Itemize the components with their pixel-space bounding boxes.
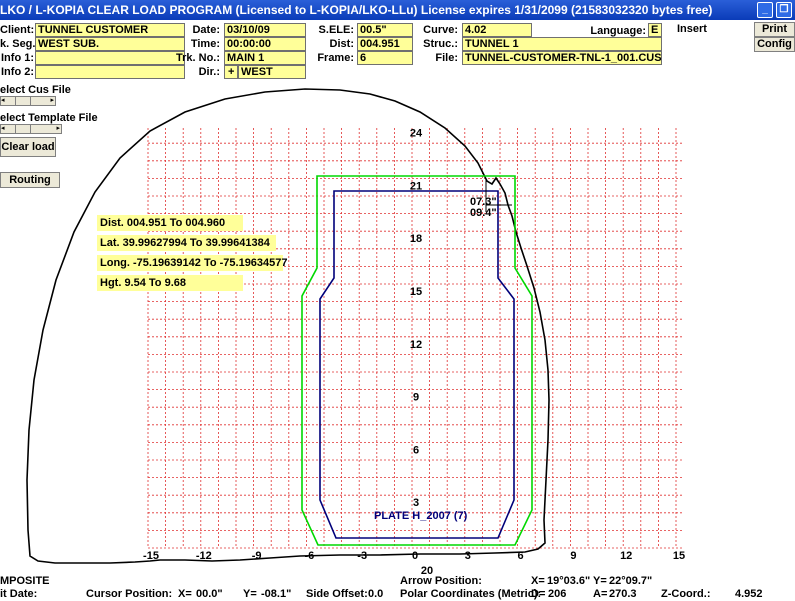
- y-tick-label: 3: [413, 497, 419, 509]
- arrow-y-value: 22°09.7": [609, 575, 653, 587]
- info-long-range: Long. -75.19639142 To -75.19634577: [97, 255, 288, 271]
- x-tick-label: -9: [252, 550, 262, 562]
- x-tick-label: 0: [412, 550, 418, 562]
- arrow-x-value: 19°03.6": [547, 575, 591, 587]
- side-offset-value: 0.0: [368, 588, 384, 600]
- x-tick-label: -15: [143, 550, 159, 562]
- polar-a-value: 270.3: [609, 588, 637, 600]
- y-tick-label: 12: [410, 339, 422, 351]
- y-tick-label: 9: [413, 392, 419, 404]
- mode-label: MPOSITE: [0, 575, 50, 587]
- z-coord-label: Z-Coord.:: [661, 588, 711, 600]
- x-tick-label: -3: [357, 550, 367, 562]
- clearance-diagram[interactable]: 07.3" 09.4" PLATE H_2007 (7) 36912151821…: [0, 0, 795, 601]
- cursor-y-value: -08.1": [261, 588, 292, 600]
- y-tick-label: 18: [410, 233, 422, 245]
- tunnel-outline: [26, 88, 550, 564]
- y-tick-label: 15: [410, 286, 422, 298]
- dimension-side-text: 09.4": [470, 207, 497, 219]
- x-tick-label: 9: [570, 550, 576, 562]
- side-offset-label: Side Offset:: [306, 588, 368, 600]
- x-tick-label: 15: [673, 550, 685, 562]
- arrow-y-label: Y=: [593, 575, 607, 587]
- edit-date-label: it Date:: [0, 588, 38, 600]
- polar-d-value: 206: [548, 588, 567, 600]
- z-coord-value: 4.952: [735, 588, 763, 600]
- info-height-range: Hgt. 9.54 To 9.68: [97, 275, 243, 291]
- polar-a-label: A=: [593, 588, 608, 600]
- arrow-position-label: Arrow Position:: [400, 575, 482, 587]
- arrow-x-label: X=: [531, 575, 545, 587]
- cursor-x-value: 00.0": [196, 588, 223, 600]
- polar-coordinates-label: Polar Coordinates (Metric):: [400, 588, 542, 600]
- y-tick-label: 6: [413, 444, 419, 456]
- x-tick-label: 6: [518, 550, 524, 562]
- polar-d-label: D=: [531, 588, 546, 600]
- cursor-y-label: Y=: [243, 588, 257, 600]
- x-tick-label: 12: [620, 550, 632, 562]
- y-tick-label: 21: [410, 180, 422, 192]
- cursor-position-label: Cursor Position:: [86, 588, 173, 600]
- info-dist-range: Dist. 004.951 To 004.960: [97, 215, 243, 231]
- y-axis-labels: 3 6 9 12 15 18 21 24: [410, 128, 423, 510]
- x-tick-label: -12: [196, 550, 212, 562]
- cursor-x-label: X=: [178, 588, 192, 600]
- x-tick-label: 3: [465, 550, 471, 562]
- plate-label: PLATE H_2007 (7): [374, 510, 468, 522]
- info-lat-range: Lat. 39.99627994 To 39.99641384: [97, 235, 276, 251]
- x-tick-label: -6: [305, 550, 315, 562]
- y-tick-label: 24: [410, 128, 423, 140]
